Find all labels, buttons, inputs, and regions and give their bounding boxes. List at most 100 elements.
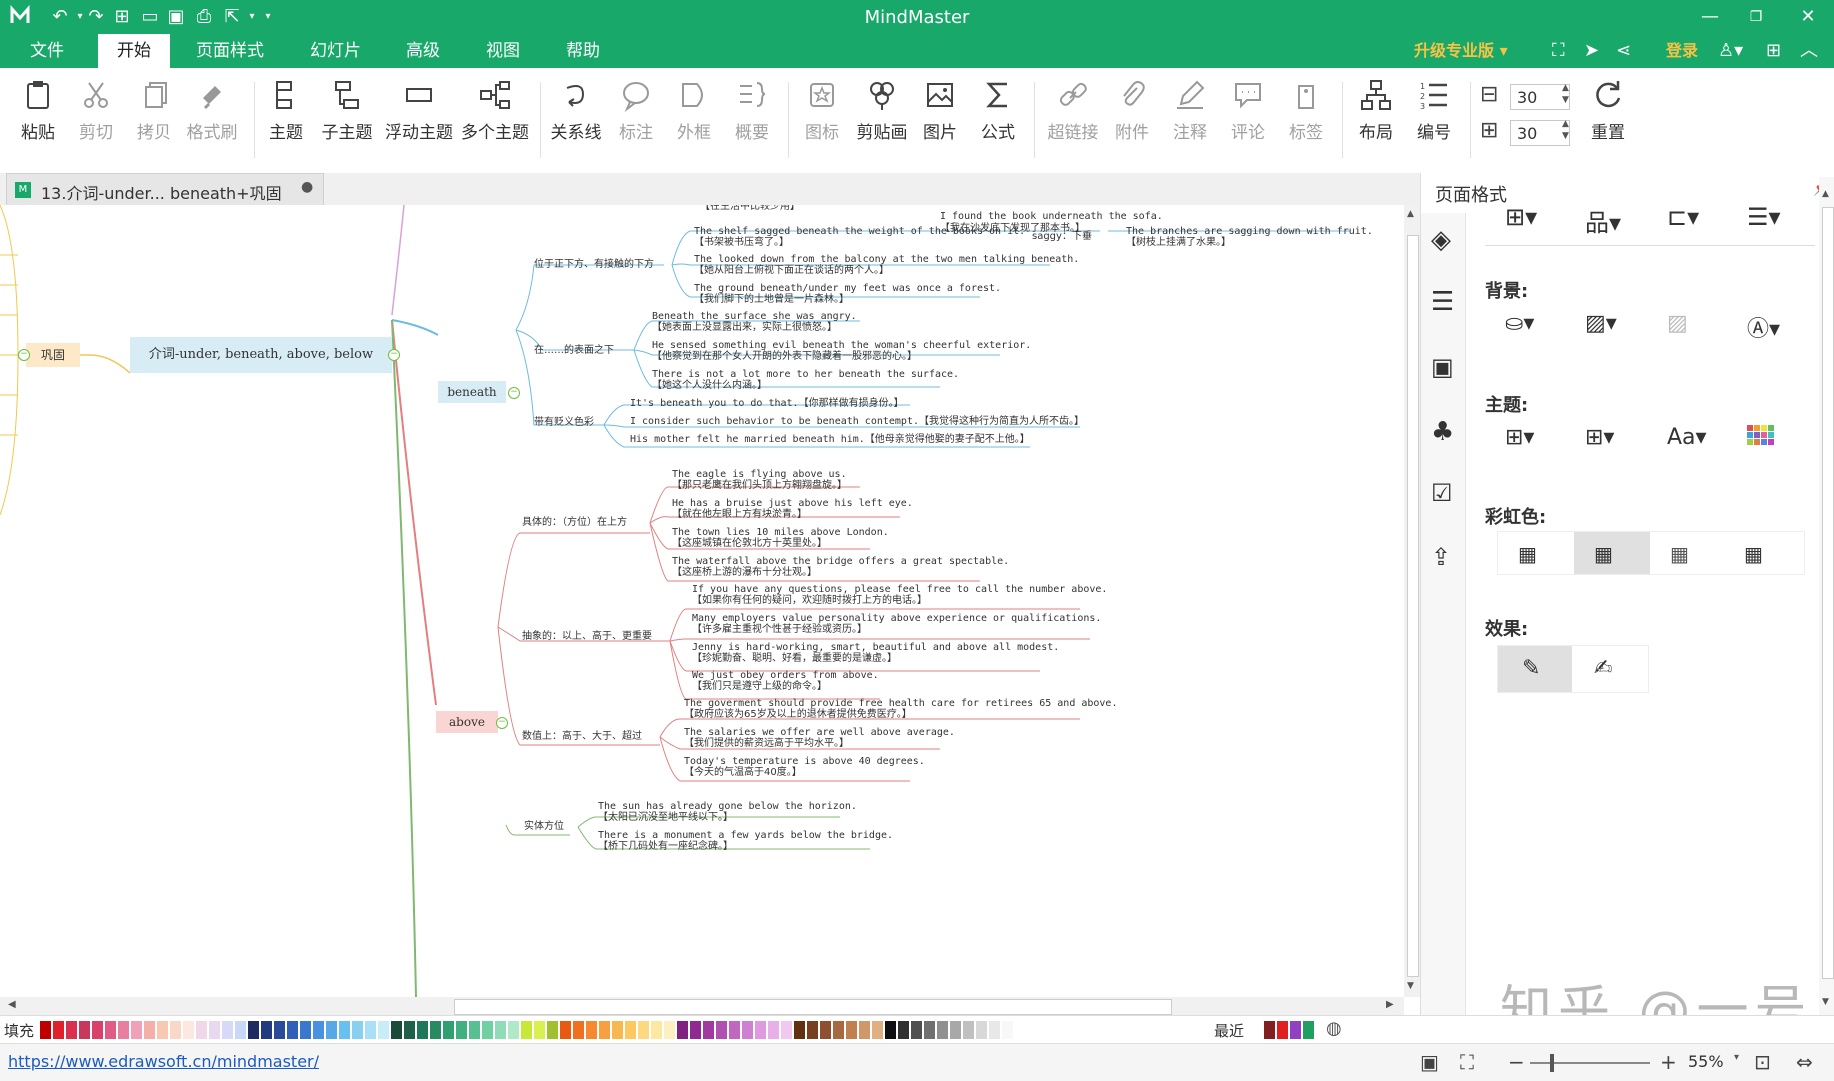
zoom-out-icon[interactable]: − xyxy=(1508,1050,1525,1074)
leaf-text[interactable]: underneath xyxy=(608,205,668,209)
color-swatch[interactable] xyxy=(131,1021,142,1039)
leaf-translation[interactable]: 【她这个人没什么内涵。】 xyxy=(652,380,767,392)
leaf-translation[interactable]: 【我们只是遵守上级的命令。】 xyxy=(692,681,827,693)
fill-bucket-icon[interactable]: ⛀▾ xyxy=(1505,311,1534,336)
callout-button[interactable]: 标注 xyxy=(608,78,664,143)
zoom-slider[interactable] xyxy=(1530,1062,1650,1064)
leaf-translation[interactable]: 【政府应该为65岁及以上的退休者提供免费医疗。】 xyxy=(684,709,912,721)
color-swatch[interactable] xyxy=(339,1021,350,1039)
export-panel-icon[interactable]: ⇪ xyxy=(1431,543,1451,571)
scroll-thumb[interactable] xyxy=(454,999,1172,1015)
fit-window-icon[interactable]: ⊡ xyxy=(1754,1050,1771,1074)
apps-icon[interactable]: ⊞ xyxy=(1766,34,1781,68)
leaf-translation[interactable]: 【书架被书压弯了。】 xyxy=(694,237,789,249)
leaf-translation[interactable]: 【那只老鹰在我们头顶上方翱翔盘旋。】 xyxy=(672,480,847,492)
color-swatch[interactable] xyxy=(495,1021,506,1039)
color-swatch[interactable] xyxy=(222,1021,233,1039)
color-swatch[interactable] xyxy=(664,1021,675,1039)
vertical-spacing-stepper[interactable]: ▲ ▼ xyxy=(1562,118,1569,142)
horizontal-scrollbar[interactable]: ◀ ▶ xyxy=(0,997,1404,1015)
color-swatch[interactable] xyxy=(586,1021,597,1039)
numbering-style-icon[interactable]: ☰▾ xyxy=(1747,203,1781,231)
color-swatch[interactable] xyxy=(911,1021,922,1039)
color-swatch[interactable] xyxy=(183,1021,194,1039)
leaf-text[interactable]: I found the book underneath the sofa. xyxy=(940,211,1163,223)
color-swatch[interactable] xyxy=(40,1021,51,1039)
tag-button[interactable]: 标签 xyxy=(1278,78,1334,143)
clipart-panel-icon[interactable]: ♣ xyxy=(1431,417,1454,447)
central-topic[interactable]: 介词-under, beneath, above, below xyxy=(130,337,392,373)
copy-button[interactable]: 拷贝 xyxy=(126,78,182,143)
color-swatch[interactable] xyxy=(872,1021,883,1039)
color-swatch[interactable] xyxy=(651,1021,662,1039)
recent-color-swatch[interactable] xyxy=(1277,1021,1288,1039)
leaf-translation[interactable]: 【我们提供的薪资远高于平均水平。】 xyxy=(684,738,849,750)
collapse-toggle-icon[interactable]: − xyxy=(18,349,30,361)
panel-scrollbar[interactable]: ▲ ▼ xyxy=(1819,177,1834,1023)
menu-file[interactable]: 文件 xyxy=(20,34,74,68)
color-swatch[interactable] xyxy=(846,1021,857,1039)
color-swatch[interactable] xyxy=(547,1021,558,1039)
color-swatch[interactable] xyxy=(118,1021,129,1039)
topic-button[interactable]: 主题 xyxy=(258,78,314,143)
color-swatch[interactable] xyxy=(508,1021,519,1039)
fit-width-icon[interactable]: ⇔ xyxy=(1796,1050,1813,1074)
color-swatch[interactable] xyxy=(989,1021,1000,1039)
color-swatch[interactable] xyxy=(144,1021,155,1039)
summary-button[interactable]: 概要 xyxy=(724,78,780,143)
document-tab[interactable]: M 13.介词-under... beneath+巩固 ● xyxy=(6,173,324,205)
color-swatch[interactable] xyxy=(859,1021,870,1039)
outline-icon[interactable]: ☰ xyxy=(1431,287,1454,317)
color-swatch[interactable] xyxy=(66,1021,77,1039)
cut-button[interactable]: 剪切 xyxy=(68,78,124,143)
color-swatch[interactable] xyxy=(742,1021,753,1039)
color-swatch[interactable] xyxy=(404,1021,415,1039)
leaf-text[interactable]: His mother felt he married beneath him.【… xyxy=(630,434,1030,446)
group-label[interactable]: 抽象的：以上、高于、更重要 xyxy=(522,631,652,643)
group-label[interactable]: 位于正下方、有接触的下方 xyxy=(534,259,654,271)
formula-button[interactable]: 公式 xyxy=(970,78,1026,143)
vertical-scrollbar[interactable]: ▲ ▼ xyxy=(1404,205,1420,997)
connector-icon[interactable]: ⊏▾ xyxy=(1667,203,1699,231)
upgrade-button[interactable]: 升级专业版 ▾ xyxy=(1414,34,1508,68)
rainbow-option-2-selected[interactable]: ▦ xyxy=(1574,532,1650,574)
send-icon[interactable]: ➤ xyxy=(1584,34,1599,68)
color-swatch[interactable] xyxy=(170,1021,181,1039)
login-button[interactable]: 登录 xyxy=(1666,34,1698,68)
share-icon[interactable]: ⋖ xyxy=(1616,34,1631,68)
color-swatch[interactable] xyxy=(196,1021,207,1039)
subtopic-button[interactable]: 子主题 xyxy=(318,78,376,143)
menu-view[interactable]: 视图 xyxy=(476,34,530,68)
leaf-text[interactable]: I consider such behavior to be beneath c… xyxy=(630,416,1084,428)
color-swatch[interactable] xyxy=(430,1021,441,1039)
handdrawn-pen-icon[interactable]: ✍ xyxy=(1594,656,1612,681)
page-format-icon[interactable]: ◈ xyxy=(1431,225,1451,255)
color-swatch[interactable] xyxy=(703,1021,714,1039)
color-swatch[interactable] xyxy=(937,1021,948,1039)
color-swatch[interactable] xyxy=(391,1021,402,1039)
restore-button[interactable]: ❐ xyxy=(1736,3,1776,31)
color-swatch[interactable] xyxy=(157,1021,168,1039)
watermark-icon[interactable]: Ⓐ▾ xyxy=(1747,311,1780,343)
horizontal-spacing-input[interactable]: 30 xyxy=(1510,84,1570,110)
leaf-text[interactable]: It's beneath you to do that.【你那样做有损身份。】 xyxy=(630,398,904,410)
paste-button[interactable]: 粘贴 xyxy=(10,78,66,143)
website-link[interactable]: https://www.edrawsoft.cn/mindmaster/ xyxy=(8,1052,319,1071)
menu-slides[interactable]: 幻灯片 xyxy=(300,34,371,68)
fullscreen-icon[interactable]: ⛶ xyxy=(1552,34,1565,68)
color-swatch[interactable] xyxy=(690,1021,701,1039)
root-topic[interactable]: 巩固 xyxy=(26,343,80,367)
color-swatch[interactable] xyxy=(365,1021,376,1039)
color-scheme-icon[interactable] xyxy=(1747,425,1774,449)
remove-background-icon[interactable]: ▨ xyxy=(1667,311,1688,336)
color-swatch[interactable] xyxy=(209,1021,220,1039)
color-swatch[interactable] xyxy=(729,1021,740,1039)
note-button[interactable]: 注释 xyxy=(1162,78,1218,143)
close-button[interactable]: ✕ xyxy=(1788,3,1828,31)
color-swatch[interactable] xyxy=(573,1021,584,1039)
picture-button[interactable]: 图片 xyxy=(912,78,968,143)
color-swatch[interactable] xyxy=(807,1021,818,1039)
recent-color-swatch[interactable] xyxy=(1264,1021,1275,1039)
task-icon[interactable]: ☑ xyxy=(1431,479,1453,507)
color-swatch[interactable] xyxy=(287,1021,298,1039)
